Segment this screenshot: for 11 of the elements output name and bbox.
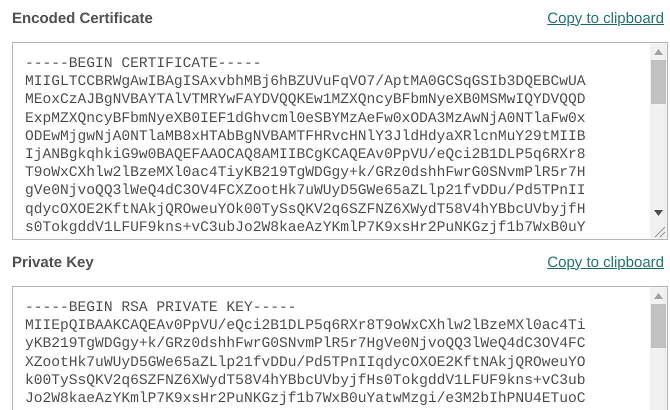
section-title: Private Key bbox=[11, 252, 94, 272]
copy-link[interactable]: Copy to clipboard bbox=[547, 252, 664, 274]
scroll-up-icon[interactable] bbox=[654, 293, 663, 299]
scrollbar-thumb[interactable] bbox=[651, 304, 666, 348]
copy-link[interactable]: Copy to clipboard bbox=[547, 8, 664, 30]
scroll-up-icon[interactable] bbox=[654, 49, 663, 55]
section-title: Encoded Certificate bbox=[11, 8, 153, 28]
scrollbar-thumb[interactable] bbox=[651, 60, 666, 104]
scrollbar[interactable] bbox=[650, 43, 667, 239]
scroll-down-icon[interactable] bbox=[654, 210, 663, 216]
scrollbar[interactable] bbox=[650, 287, 667, 410]
